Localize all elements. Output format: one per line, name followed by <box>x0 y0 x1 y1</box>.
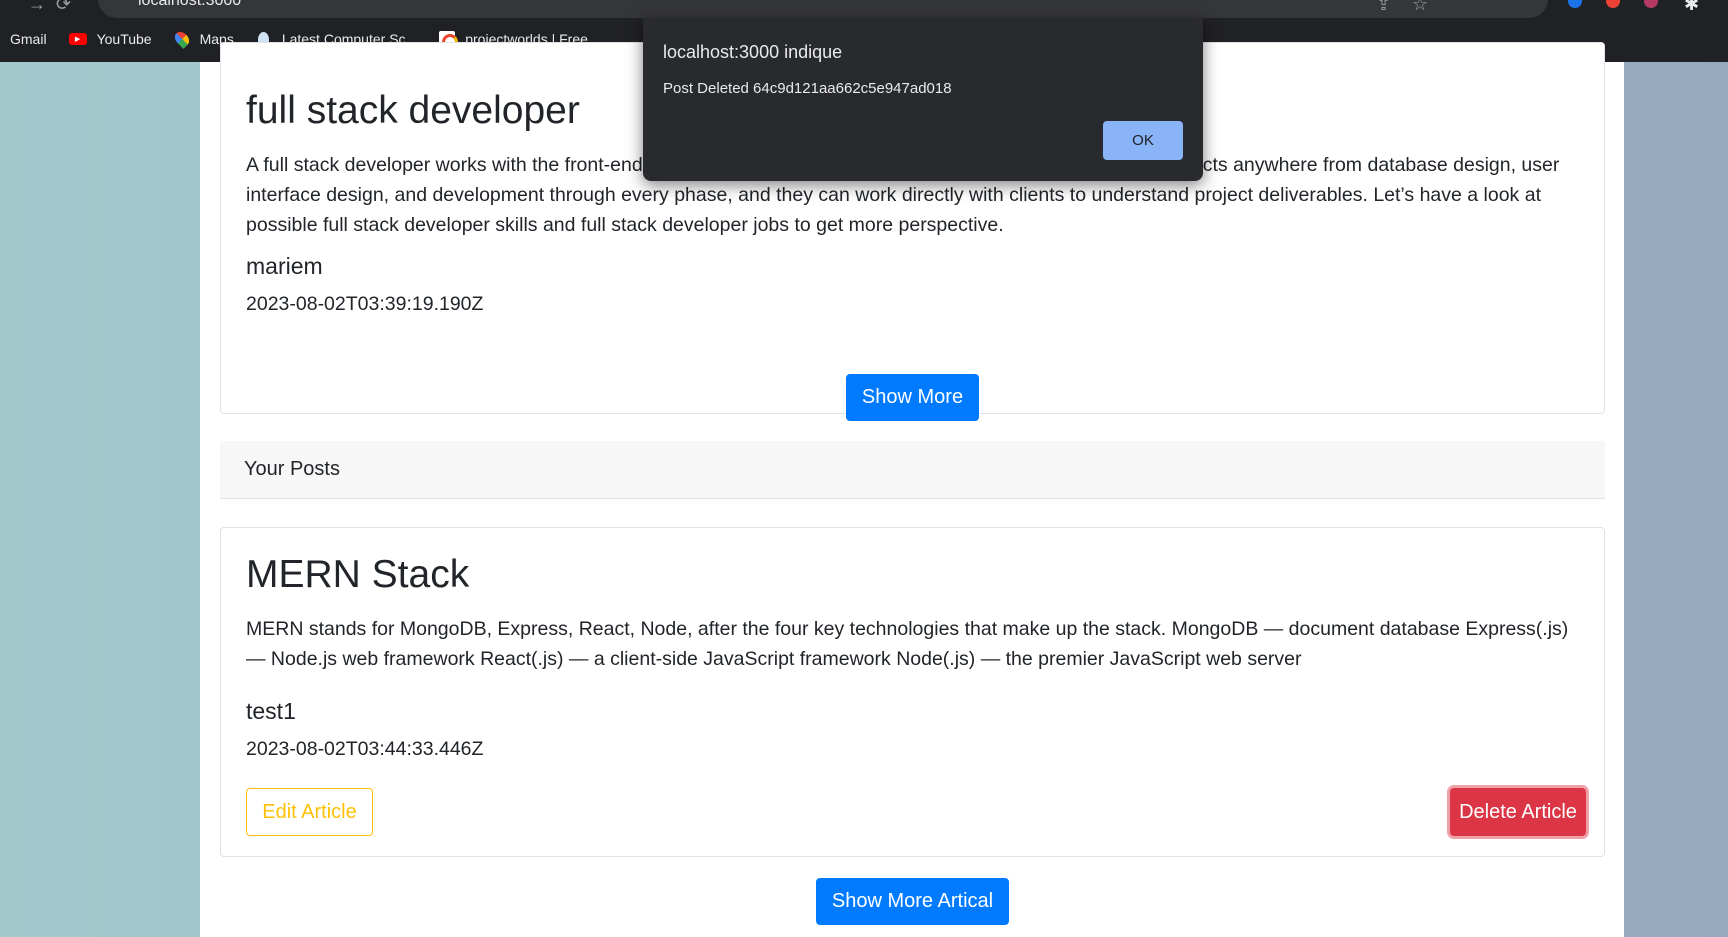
article-title: full stack developer <box>246 89 580 132</box>
bookmark-star-icon[interactable]: ☆ <box>1412 0 1428 15</box>
bookmark-label: Gmail <box>10 31 47 47</box>
address-text: localhost:3000 <box>138 0 242 9</box>
show-more-button[interactable]: Show More <box>846 374 979 421</box>
youtube-icon: ▶ <box>68 33 87 45</box>
bookmark-gmail[interactable]: Gmail <box>10 31 47 47</box>
article-text: MERN stands for MongoDB, Express, React,… <box>246 618 1569 670</box>
address-bar[interactable]: localhost:3000 <box>98 0 1548 18</box>
article-date: 2023-08-02T03:39:19.190Z <box>246 293 484 315</box>
extension-icon[interactable] <box>1644 0 1658 8</box>
maps-icon <box>171 29 192 49</box>
your-posts-title: Your Posts <box>244 458 340 480</box>
article-author: mariem <box>246 253 323 279</box>
article-title: MERN Stack <box>246 553 470 596</box>
extensions-puzzle-icon[interactable]: ✱ <box>1684 0 1699 15</box>
reload-icon[interactable]: ⟳ <box>56 0 71 15</box>
extension-icon[interactable] <box>1606 0 1620 8</box>
article-author: test1 <box>246 698 296 724</box>
dialog-message: Post Deleted 64c9d121aa662c5e947ad018 <box>663 80 952 97</box>
article-date: 2023-08-02T03:44:33.446Z <box>246 738 484 760</box>
bookmark-label: YouTube <box>96 31 152 47</box>
extension-icon[interactable] <box>1568 0 1582 8</box>
share-icon[interactable]: ⇪ <box>1376 0 1391 15</box>
alert-dialog: localhost:3000 indique Post Deleted 64c9… <box>643 18 1203 181</box>
bookmark-youtube[interactable]: ▶ YouTube <box>68 31 152 47</box>
edit-article-button[interactable]: Edit Article <box>246 788 373 836</box>
article-card: MERN Stack MERN stands for MongoDB, Expr… <box>220 527 1605 857</box>
your-posts-header: Your Posts <box>220 441 1605 499</box>
delete-article-button[interactable]: Delete Article <box>1450 788 1586 836</box>
show-more-artical-button[interactable]: Show More Artical <box>816 878 1009 925</box>
dialog-ok-button[interactable]: OK <box>1103 121 1183 160</box>
dialog-title: localhost:3000 indique <box>663 42 843 62</box>
forward-icon[interactable]: → <box>28 0 46 15</box>
page-container: full stack developer A full stack develo… <box>200 42 1624 937</box>
